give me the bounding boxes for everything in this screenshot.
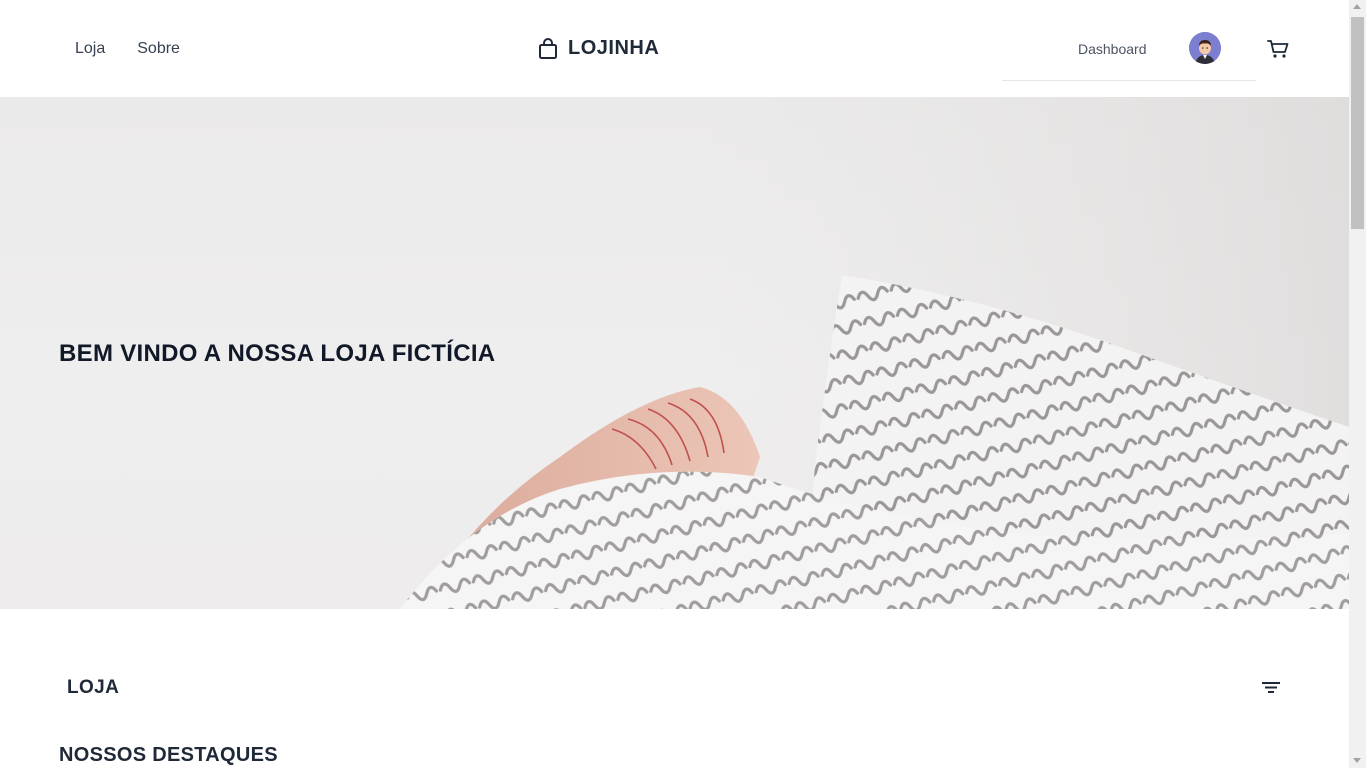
shopping-cart-icon[interactable] xyxy=(1267,39,1289,59)
scroll-thumb[interactable] xyxy=(1351,17,1364,229)
filter-icon[interactable] xyxy=(1261,679,1281,695)
highlights-title: NOSSOS DESTAQUES xyxy=(59,744,278,766)
user-menu: Dashboard xyxy=(1002,0,1256,81)
nav-link-sobre[interactable]: Sobre xyxy=(137,40,180,58)
scroll-up-arrow-icon[interactable] xyxy=(1353,4,1361,9)
nav-link-loja[interactable]: Loja xyxy=(75,40,105,58)
main-nav: Loja Sobre xyxy=(75,40,180,58)
user-avatar[interactable] xyxy=(1189,32,1221,64)
scroll-down-arrow-icon[interactable] xyxy=(1353,758,1361,763)
hero-banner: BEM VINDO A NOSSA LOJA FICTÍCIA xyxy=(0,97,1349,609)
page: Loja Sobre LOJINHA Dashboard BEM VINDO A… xyxy=(0,0,1349,768)
store-section-title: LOJA xyxy=(67,677,120,698)
hero-title: BEM VINDO A NOSSA LOJA FICTÍCIA xyxy=(59,340,496,367)
shopping-bag-icon xyxy=(539,37,557,59)
site-header: Loja Sobre LOJINHA Dashboard xyxy=(0,0,1349,97)
brand-logo[interactable]: LOJINHA xyxy=(538,37,659,60)
dashboard-link[interactable]: Dashboard xyxy=(1078,41,1147,57)
brand-name: LOJINHA xyxy=(568,37,660,59)
avatar-icon xyxy=(1189,32,1221,64)
vertical-scrollbar[interactable] xyxy=(1349,0,1366,768)
